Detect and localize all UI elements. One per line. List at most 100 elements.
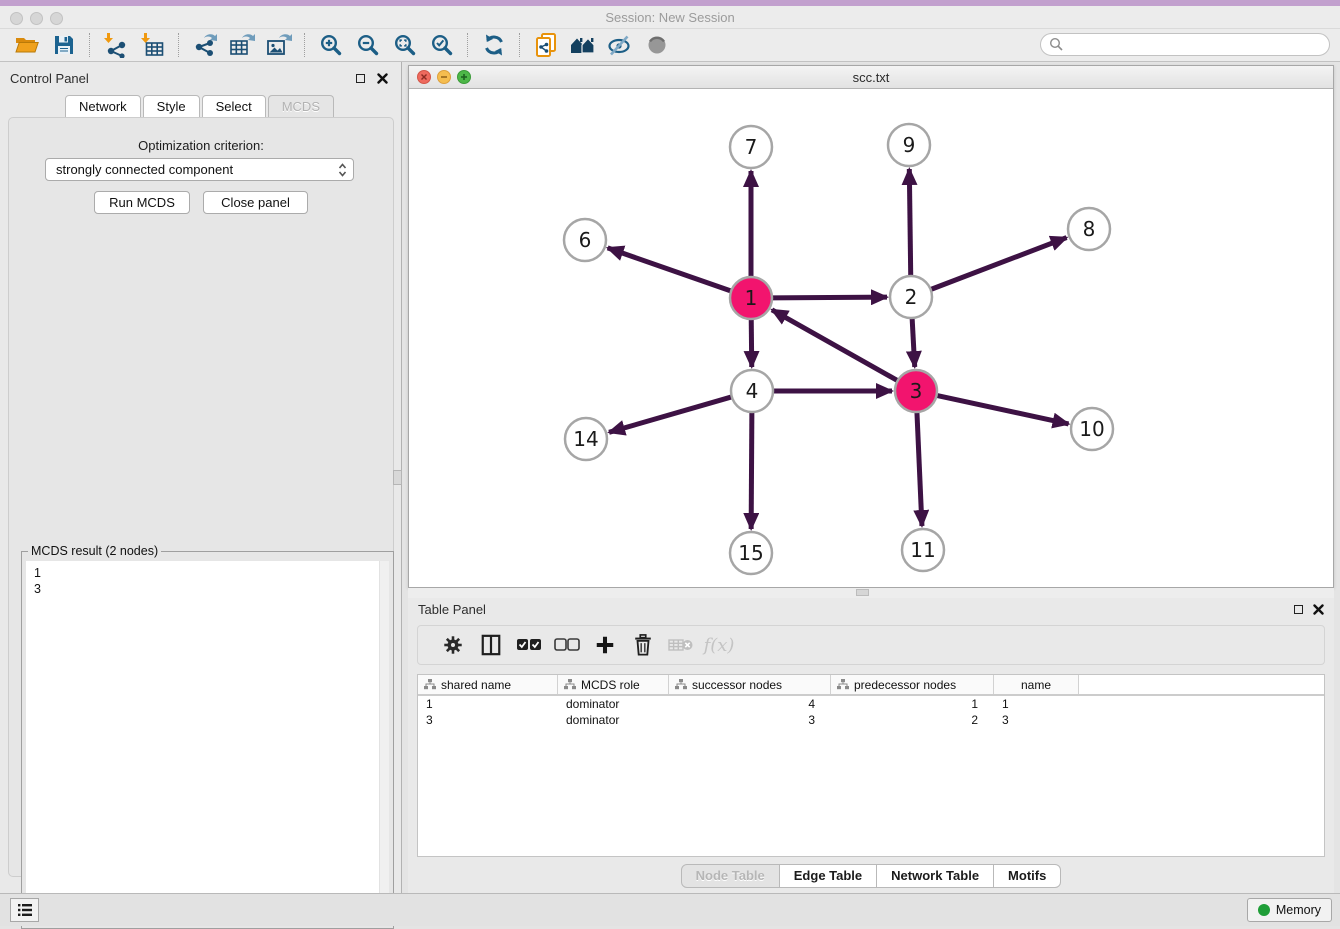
table-toolbar: f(x) xyxy=(417,625,1325,665)
toolbar-separator xyxy=(178,33,179,57)
node-label-2: 2 xyxy=(905,285,918,309)
vertical-splitter-handle[interactable] xyxy=(393,470,402,485)
horizontal-splitter-handle[interactable] xyxy=(856,589,869,596)
zoom-in-button[interactable] xyxy=(312,31,349,59)
mcds-tab-content: Optimization criterion: strongly connect… xyxy=(8,117,394,877)
deselect-all-button[interactable] xyxy=(548,630,586,660)
export-image-icon xyxy=(265,32,293,58)
network-window-titlebar[interactable]: scc.txt xyxy=(409,66,1333,89)
import-table-button[interactable] xyxy=(134,31,171,59)
tab-edge-table[interactable]: Edge Table xyxy=(779,864,877,888)
add-column-button[interactable] xyxy=(586,630,624,660)
attribute-tree-icon xyxy=(837,679,849,690)
edge-2-3[interactable] xyxy=(912,317,915,367)
edge-3-10[interactable] xyxy=(936,395,1069,424)
edge-1-6[interactable] xyxy=(608,248,732,291)
edge-3-1[interactable] xyxy=(772,310,899,381)
mcds-result-fieldset: MCDS result (2 nodes) 1 3 xyxy=(21,551,394,929)
column-header-shared-name[interactable]: shared name xyxy=(418,675,558,694)
table-row[interactable]: 3dominator323 xyxy=(418,712,1324,728)
export-network-button[interactable] xyxy=(186,31,223,59)
node-label-9: 9 xyxy=(903,133,916,157)
zoom-in-icon xyxy=(319,33,343,57)
column-header-mcds-role[interactable]: MCDS role xyxy=(558,675,669,694)
eye-slash-icon xyxy=(607,33,633,57)
tab-style[interactable]: Style xyxy=(143,95,200,118)
tab-motifs[interactable]: Motifs xyxy=(993,864,1061,888)
zoom-fit-button[interactable] xyxy=(386,31,423,59)
tab-node-table[interactable]: Node Table xyxy=(681,864,780,888)
edge-3-11[interactable] xyxy=(917,411,922,526)
column-header-label: successor nodes xyxy=(692,678,782,692)
search-input[interactable] xyxy=(1064,36,1308,53)
column-layout-button[interactable] xyxy=(472,630,510,660)
export-image-button[interactable] xyxy=(260,31,297,59)
export-table-button[interactable] xyxy=(223,31,260,59)
node-label-7: 7 xyxy=(745,135,758,159)
delete-column-button[interactable] xyxy=(624,630,662,660)
delete-table-icon xyxy=(668,636,694,654)
search-field[interactable] xyxy=(1040,33,1330,56)
open-session-button[interactable] xyxy=(8,31,45,59)
gear-button[interactable] xyxy=(434,630,472,660)
select-all-button[interactable] xyxy=(510,630,548,660)
column-header-successor-nodes[interactable]: successor nodes xyxy=(669,675,831,694)
toolbar-separator xyxy=(304,33,305,57)
edge-4-14[interactable] xyxy=(609,397,733,433)
show-graphics-details-button[interactable] xyxy=(638,31,675,59)
list-icon xyxy=(17,903,33,917)
close-panel-icon[interactable] xyxy=(377,73,388,84)
column-header-predecessor-nodes[interactable]: predecessor nodes xyxy=(831,675,994,694)
delete-table-button[interactable] xyxy=(662,630,700,660)
apply-layout-button[interactable] xyxy=(475,31,512,59)
edge-1-2[interactable] xyxy=(771,297,887,298)
mcds-result-scrollbar[interactable] xyxy=(379,561,389,924)
cell-predecessor-nodes: 2 xyxy=(831,713,994,727)
float-panel-icon[interactable] xyxy=(356,74,365,83)
import-network-button[interactable] xyxy=(97,31,134,59)
tab-select[interactable]: Select xyxy=(202,95,266,118)
tab-mcds[interactable]: MCDS xyxy=(268,95,334,118)
horizontal-splitter[interactable] xyxy=(408,588,1334,598)
edge-1-4[interactable] xyxy=(751,318,752,367)
houses-icon xyxy=(569,33,597,57)
optimization-select[interactable]: strongly connected component xyxy=(45,158,354,181)
task-history-button[interactable] xyxy=(10,898,39,922)
tab-network[interactable]: Network xyxy=(65,95,141,118)
table-row[interactable]: 1dominator411 xyxy=(418,696,1324,712)
close-table-panel-icon[interactable] xyxy=(1313,604,1324,615)
edge-2-9[interactable] xyxy=(909,169,910,277)
node-table[interactable]: shared nameMCDS role successor nodes prede… xyxy=(417,674,1325,857)
clone-network-button[interactable] xyxy=(527,31,564,59)
refresh-icon xyxy=(482,33,506,57)
optimization-criterion-label: Optimization criterion: xyxy=(9,138,393,153)
edge-4-15[interactable] xyxy=(751,411,752,529)
function-builder-button[interactable]: f(x) xyxy=(700,630,738,660)
toolbar-separator xyxy=(519,33,520,57)
cell-predecessor-nodes: 1 xyxy=(831,697,994,711)
status-bar: Memory xyxy=(0,893,1340,926)
trash-icon xyxy=(632,633,654,657)
control-panel-tabs: NetworkStyleSelectMCDS xyxy=(0,95,401,118)
checked-boxes-icon xyxy=(516,638,542,652)
edge-2-8[interactable] xyxy=(930,238,1067,290)
show-home-networks-button[interactable] xyxy=(564,31,601,59)
column-header-name[interactable]: name xyxy=(994,675,1079,694)
float-table-panel-icon[interactable] xyxy=(1294,605,1303,614)
mcds-result-textarea[interactable]: 1 3 xyxy=(26,561,389,924)
node-label-6: 6 xyxy=(579,228,592,252)
memory-button[interactable]: Memory xyxy=(1247,898,1332,922)
columns-icon xyxy=(480,633,502,657)
run-mcds-button[interactable]: Run MCDS xyxy=(94,191,190,214)
zoom-selected-button[interactable] xyxy=(423,31,460,59)
tab-network-table[interactable]: Network Table xyxy=(876,864,994,888)
save-session-button[interactable] xyxy=(45,31,82,59)
clone-network-icon xyxy=(533,32,559,58)
node-label-14: 14 xyxy=(573,427,598,451)
hide-graphics-details-button[interactable] xyxy=(601,31,638,59)
control-panel: Control Panel NetworkStyleSelectMCDS Opt… xyxy=(0,62,402,893)
close-panel-button[interactable]: Close panel xyxy=(203,191,308,214)
zoom-out-button[interactable] xyxy=(349,31,386,59)
network-canvas[interactable]: 1234678910111415 xyxy=(409,89,1333,587)
memory-status-dot xyxy=(1258,904,1270,916)
